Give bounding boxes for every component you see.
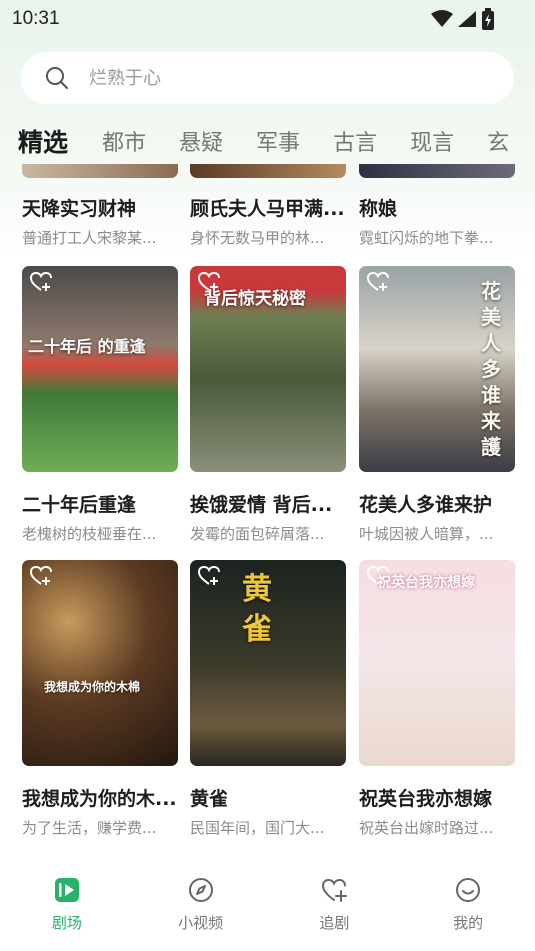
tab-featured[interactable]: 精选 <box>18 123 68 159</box>
drama-title: 花美人多谁来护 <box>359 494 493 516</box>
drama-description: 为了生活，赚学费... <box>22 819 157 837</box>
drama-title: 顾氏夫人马甲满... <box>190 198 345 220</box>
drama-title: 二十年后重逢 <box>22 494 137 516</box>
search-box[interactable] <box>21 52 514 104</box>
drama-description: 祝英台出嫁时路过... <box>359 819 494 837</box>
nav-label: 小视频 <box>178 914 224 932</box>
nav-short-video[interactable]: 小视频 <box>134 862 268 951</box>
drama-description: 发霉的面包碎屑落... <box>190 525 325 543</box>
nav-label: 追剧 <box>319 914 350 932</box>
drama-description: 老槐树的枝桠垂在... <box>22 525 157 543</box>
status-icons <box>431 8 495 30</box>
category-tabs: 精选 都市 悬疑 军事 古言 现言 玄 <box>18 118 535 164</box>
theater-play-icon <box>54 878 79 902</box>
drama-description: 霓虹闪烁的地下拳... <box>359 229 494 247</box>
nav-following[interactable]: 追剧 <box>268 862 402 951</box>
drama-poster[interactable]: 我想成为你的木棉 <box>22 560 178 766</box>
drama-title: 挨饿爱情 背后... <box>190 494 333 516</box>
tab-ancient-romance[interactable]: 古言 <box>333 125 377 157</box>
smile-face-icon <box>456 878 481 902</box>
drama-description: 叶城因被人暗算，... <box>359 525 494 543</box>
battery-charging-icon <box>482 8 494 30</box>
drama-poster[interactable] <box>22 164 178 178</box>
drama-title: 祝英台我亦想嫁 <box>359 788 493 810</box>
drama-poster[interactable]: 祝英台我亦想嫁 <box>359 560 515 766</box>
tab-military[interactable]: 军事 <box>256 125 300 157</box>
drama-card[interactable]: 背后惊天秘密 挨饿爱情 背后... 发霉的面包碎屑落... <box>190 266 346 544</box>
poster-title-text: 我想成为你的木棉 <box>44 680 141 694</box>
heart-plus-icon <box>322 878 348 902</box>
status-time: 10:31 <box>12 8 60 29</box>
drama-card[interactable]: 天降实习财神 普通打工人宋黎某... <box>22 164 178 248</box>
drama-description: 身怀无数马甲的林... <box>190 229 325 247</box>
favorite-add-icon[interactable] <box>198 566 220 586</box>
tab-suspense[interactable]: 悬疑 <box>179 125 223 157</box>
cellular-signal-icon <box>458 11 476 27</box>
poster-title-text: 花美人多谁来護 <box>481 279 501 459</box>
drama-description: 民国年间，国门大... <box>190 819 325 837</box>
drama-poster[interactable] <box>190 164 346 178</box>
drama-poster[interactable]: 花美人多谁来護 <box>359 266 515 472</box>
search-icon <box>46 67 68 89</box>
drama-description: 普通打工人宋黎某... <box>22 229 157 247</box>
drama-card[interactable]: 花美人多谁来護 花美人多谁来护 叶城因被人暗算，... <box>359 266 515 544</box>
drama-feed[interactable]: 天降实习财神 普通打工人宋黎某... 顾氏夫人马甲满... 身怀无数马甲的林..… <box>0 164 535 856</box>
search-bar[interactable] <box>21 52 514 104</box>
status-bar: 10:31 <box>0 0 535 38</box>
favorite-add-icon[interactable] <box>367 272 389 292</box>
poster-title-text: 祝英台我亦想嫁 <box>377 575 475 591</box>
poster-title-text: 背后惊天秘密 <box>204 289 306 309</box>
drama-title: 天降实习财神 <box>22 198 137 220</box>
poster-title-text: 黄雀 <box>242 572 272 647</box>
tab-modern-romance[interactable]: 现言 <box>410 125 454 157</box>
bottom-navigation: 剧场 小视频 追剧 我的 <box>0 862 535 951</box>
drama-card[interactable]: 我想成为你的木棉 我想成为你的木... 为了生活，赚学费... <box>22 560 178 838</box>
compass-icon <box>188 878 213 902</box>
wifi-icon <box>431 10 453 27</box>
search-input[interactable] <box>89 67 449 89</box>
poster-title-text: 二十年后 的重逢 <box>28 337 146 356</box>
drama-poster[interactable]: 黄雀 <box>190 560 346 766</box>
drama-title: 黄雀 <box>190 788 229 810</box>
nav-theater[interactable]: 剧场 <box>0 862 134 951</box>
favorite-add-icon[interactable] <box>30 272 52 292</box>
drama-title: 称娘 <box>359 198 398 220</box>
nav-label: 我的 <box>453 914 484 932</box>
drama-card[interactable]: 称娘 霓虹闪烁的地下拳... <box>359 164 515 248</box>
drama-poster[interactable] <box>359 164 515 178</box>
tab-urban[interactable]: 都市 <box>102 125 146 157</box>
drama-card[interactable]: 祝英台我亦想嫁 祝英台我亦想嫁 祝英台出嫁时路过... <box>359 560 515 838</box>
tab-fantasy[interactable]: 玄 <box>487 125 509 157</box>
favorite-add-icon[interactable] <box>30 566 52 586</box>
drama-poster[interactable]: 二十年后 的重逢 <box>22 266 178 472</box>
drama-card[interactable]: 二十年后 的重逢 二十年后重逢 老槐树的枝桠垂在... <box>22 266 178 544</box>
nav-label: 剧场 <box>51 914 82 932</box>
drama-card[interactable]: 黄雀 黄雀 民国年间，国门大... <box>190 560 346 838</box>
nav-profile[interactable]: 我的 <box>401 862 535 951</box>
drama-title: 我想成为你的木... <box>22 788 177 810</box>
drama-poster[interactable]: 背后惊天秘密 <box>190 266 346 472</box>
drama-card[interactable]: 顾氏夫人马甲满... 身怀无数马甲的林... <box>190 164 346 248</box>
